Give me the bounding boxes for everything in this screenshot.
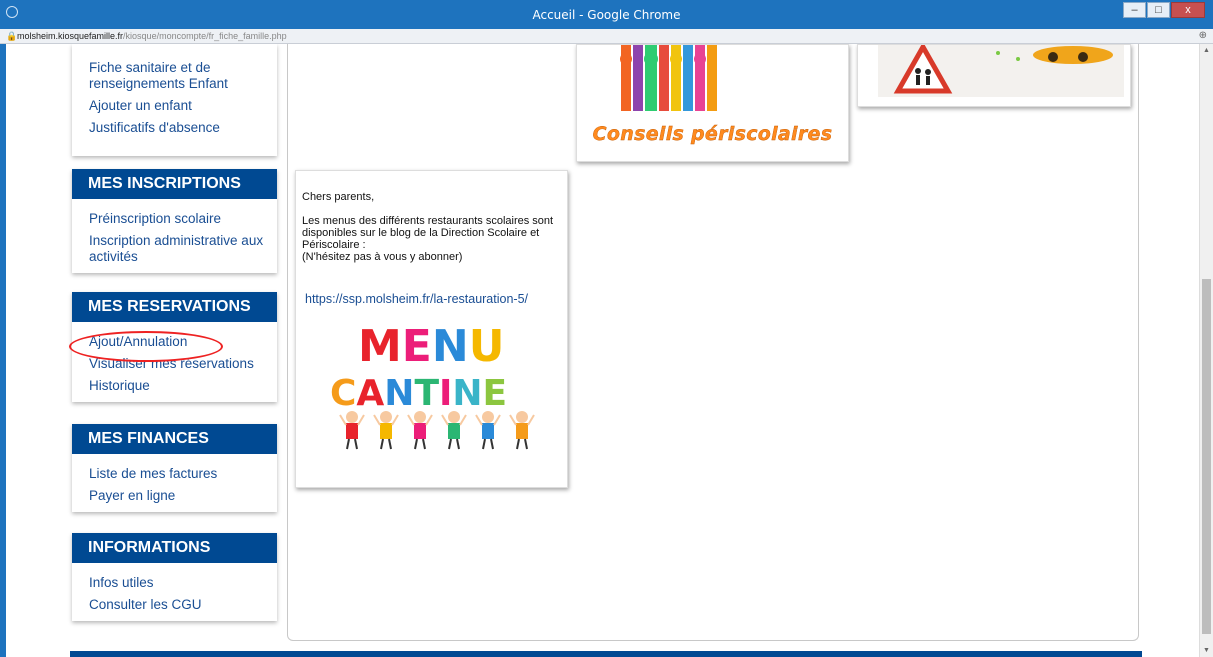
menu-item-justificatifs[interactable]: Justificatifs d'absence <box>89 120 277 136</box>
logo-cantine-letter-3: N <box>384 373 414 414</box>
menu-item-payer-en-ligne[interactable]: Payer en ligne <box>89 488 277 504</box>
page-content: Fiche sanitaire et de renseignements Enf… <box>6 44 1199 657</box>
logo-cantine-letter-1: C <box>330 373 356 414</box>
logo-cantine-letter-4: T <box>414 373 439 414</box>
famille-items: Fiche sanitaire et de renseignements Enf… <box>72 44 277 144</box>
logo-menu-letter-1: M <box>358 321 402 372</box>
menu-item-cgu[interactable]: Consulter les CGU <box>89 597 277 613</box>
tile-securite-routiere[interactable] <box>857 44 1131 107</box>
scrollbar-thumb[interactable] <box>1202 279 1211 634</box>
menu-card-famille: Fiche sanitaire et de renseignements Enf… <box>72 44 277 156</box>
menu-cantine-logo: MENU CANTINE <box>330 321 535 450</box>
menu-item-ajout-annulation[interactable]: Ajout/Annulation <box>89 334 277 350</box>
informations-items: Infos utiles Consulter les CGU <box>72 563 277 621</box>
menu-card-reservations: MES RESERVATIONS Ajout/Annulation Visual… <box>72 292 277 402</box>
vertical-scrollbar[interactable]: ▲ ▼ <box>1199 44 1213 657</box>
tile-cantine: Chers parents, Les menus des différents … <box>295 170 568 488</box>
logo-menu-letter-4: U <box>469 321 505 372</box>
cantine-note: (N'hésitez pas à vous y abonner) <box>302 251 463 263</box>
finances-items: Liste de mes factures Payer en ligne <box>72 454 277 512</box>
tile-conseils-periscolaires[interactable]: Conseils périscolaires <box>576 44 849 162</box>
menu-item-inscription-admin[interactable]: Inscription administrative aux activités <box>89 233 277 265</box>
window-titlebar: Accueil - Google Chrome – □ x <box>0 0 1213 29</box>
menu-card-informations: INFORMATIONS Infos utiles Consulter les … <box>72 533 277 621</box>
url-text[interactable]: molsheim.kiosquefamille.fr/kiosque/monco… <box>17 31 287 41</box>
menu-header-reservations: MES RESERVATIONS <box>72 292 277 322</box>
menu-item-fiche-sanitaire[interactable]: Fiche sanitaire et de renseignements Enf… <box>89 60 277 92</box>
logo-menu-letter-3: N <box>432 321 469 372</box>
menu-header-informations: INFORMATIONS <box>72 533 277 563</box>
logo-line-menu: MENU <box>358 321 504 372</box>
reservations-items: Ajout/Annulation Visualiser mes réservat… <box>72 322 277 402</box>
address-bar[interactable]: 🔒 molsheim.kiosquefamille.fr/kiosque/mon… <box>0 29 1213 44</box>
cantine-message: Les menus des différents restaurants sco… <box>302 215 554 251</box>
menu-item-historique[interactable]: Historique <box>89 378 277 394</box>
menu-item-factures[interactable]: Liste de mes factures <box>89 466 277 482</box>
window-controls: – □ x <box>1123 2 1205 18</box>
zoom-icon[interactable]: ⊕ <box>1199 30 1207 41</box>
lock-icon: 🔒 <box>6 31 18 41</box>
url-path: /kiosque/moncompte/fr_fiche_famille.php <box>123 31 287 41</box>
close-button[interactable]: x <box>1171 2 1205 18</box>
logo-menu-letter-2: E <box>402 321 432 372</box>
logo-line-cantine: CANTINE <box>330 373 507 414</box>
logo-cantine-letter-5: I <box>439 373 452 414</box>
scroll-up-icon[interactable]: ▲ <box>1203 47 1210 54</box>
minimize-button[interactable]: – <box>1123 2 1146 18</box>
restauration-link[interactable]: https://ssp.molsheim.fr/la-restauration-… <box>305 292 528 306</box>
cantine-greeting: Chers parents, <box>302 191 375 203</box>
menu-item-ajouter-enfant[interactable]: Ajouter un enfant <box>89 98 277 114</box>
menu-item-visualiser-reservations[interactable]: Visualiser mes réservations <box>89 356 277 372</box>
inscriptions-items: Préinscription scolaire Inscription admi… <box>72 199 277 273</box>
menu-item-preinscription[interactable]: Préinscription scolaire <box>89 211 277 227</box>
periscolaire-caption: Conseils périscolaires <box>592 123 833 145</box>
scroll-down-icon[interactable]: ▼ <box>1203 647 1210 654</box>
menu-header-inscriptions: MES INSCRIPTIONS <box>72 169 277 199</box>
window-title: Accueil - Google Chrome <box>532 8 681 22</box>
restore-button[interactable]: □ <box>1147 2 1170 18</box>
menu-item-infos-utiles[interactable]: Infos utiles <box>89 575 277 591</box>
menu-card-finances: MES FINANCES Liste de mes factures Payer… <box>72 424 277 512</box>
menu-header-finances: MES FINANCES <box>72 424 277 454</box>
logo-cantine-letter-2: A <box>356 373 384 414</box>
footer-bar <box>70 651 1142 657</box>
logo-cantine-letter-7: E <box>483 373 508 414</box>
menu-card-inscriptions: MES INSCRIPTIONS Préinscription scolaire… <box>72 169 277 273</box>
cantine-text: Chers parents, Les menus des différents … <box>302 191 562 275</box>
road-sign-illustration <box>878 45 1124 97</box>
kids-hands-illustration <box>620 45 717 111</box>
cartoon-kids <box>339 411 535 450</box>
logo-cantine-letter-6: N <box>452 373 482 414</box>
url-domain: molsheim.kiosquefamille.fr <box>17 31 124 41</box>
